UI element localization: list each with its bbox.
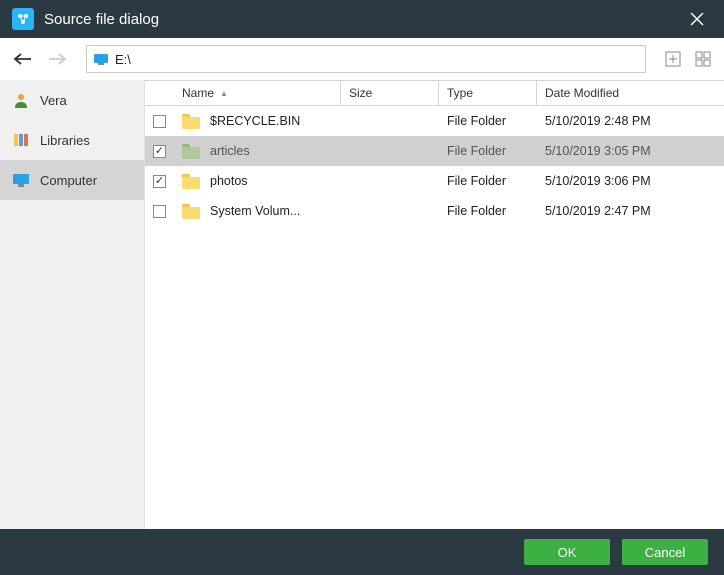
- header-size[interactable]: Size: [341, 81, 439, 105]
- folder-icon: [182, 114, 200, 129]
- sidebar-item-label: Vera: [40, 93, 67, 108]
- row-date: 5/10/2019 3:05 PM: [537, 136, 724, 166]
- address-bar[interactable]: E:\: [86, 45, 646, 73]
- sidebar-item-vera[interactable]: Vera: [0, 80, 144, 120]
- row-name-cell: photos: [174, 166, 341, 196]
- close-button[interactable]: [682, 4, 712, 34]
- row-size: [341, 136, 439, 166]
- monitor-icon: [93, 53, 109, 66]
- row-name-cell: articles: [174, 136, 341, 166]
- row-name: articles: [210, 144, 250, 158]
- header-date-label: Date Modified: [545, 86, 619, 100]
- sidebar-item-label: Computer: [40, 173, 97, 188]
- table-row[interactable]: $RECYCLE.BIN File Folder5/10/2019 2:48 PM: [145, 106, 724, 136]
- sidebar: Vera Libraries Computer: [0, 80, 145, 529]
- libs-icon: [12, 131, 30, 149]
- header-type[interactable]: Type: [439, 81, 537, 105]
- cancel-button[interactable]: Cancel: [622, 539, 708, 565]
- row-checkbox[interactable]: [153, 115, 166, 128]
- row-checkbox[interactable]: [153, 205, 166, 218]
- row-checkbox-cell: [145, 166, 174, 196]
- navigation-bar: E:\: [0, 38, 724, 80]
- row-name-cell: $RECYCLE.BIN: [174, 106, 341, 136]
- forward-button[interactable]: [44, 46, 70, 72]
- footer: OK Cancel: [0, 529, 724, 575]
- back-button[interactable]: [10, 46, 36, 72]
- row-name: $RECYCLE.BIN: [210, 114, 300, 128]
- header-size-label: Size: [349, 86, 372, 100]
- app-icon: [12, 8, 34, 30]
- row-checkbox-cell: [145, 106, 174, 136]
- row-date: 5/10/2019 2:47 PM: [537, 196, 724, 226]
- table-row[interactable]: photos File Folder5/10/2019 3:06 PM: [145, 166, 724, 196]
- address-text: E:\: [115, 52, 131, 67]
- ok-button[interactable]: OK: [524, 539, 610, 565]
- row-checkbox-cell: [145, 136, 174, 166]
- header-name[interactable]: Name ▲: [174, 81, 341, 105]
- table-row[interactable]: System Volum... File Folder5/10/2019 2:47…: [145, 196, 724, 226]
- row-checkbox-cell: [145, 196, 174, 226]
- sidebar-item-libraries[interactable]: Libraries: [0, 120, 144, 160]
- row-checkbox[interactable]: [153, 175, 166, 188]
- row-name: System Volum...: [210, 204, 300, 218]
- new-folder-button[interactable]: [662, 48, 684, 70]
- sort-asc-icon: ▲: [220, 89, 228, 98]
- row-checkbox[interactable]: [153, 145, 166, 158]
- user-icon: [12, 91, 30, 109]
- row-type: File Folder: [439, 106, 537, 136]
- row-date: 5/10/2019 2:48 PM: [537, 106, 724, 136]
- table-row[interactable]: articles File Folder5/10/2019 3:05 PM: [145, 136, 724, 166]
- row-type: File Folder: [439, 136, 537, 166]
- row-size: [341, 196, 439, 226]
- row-type: File Folder: [439, 166, 537, 196]
- titlebar: Source file dialog: [0, 0, 724, 38]
- header-type-label: Type: [447, 86, 473, 100]
- folder-icon: [182, 174, 200, 189]
- header-date[interactable]: Date Modified: [537, 81, 724, 105]
- row-size: [341, 106, 439, 136]
- row-date: 5/10/2019 3:06 PM: [537, 166, 724, 196]
- dialog-title: Source file dialog: [44, 11, 682, 28]
- file-area: Name ▲ Size Type Date Modified $RECYCLE.B…: [145, 80, 724, 529]
- monitor-icon: [12, 171, 30, 189]
- header-checkbox: [145, 81, 174, 105]
- column-headers: Name ▲ Size Type Date Modified: [145, 80, 724, 106]
- file-list[interactable]: $RECYCLE.BINFile Folder5/10/2019 2:48 PM…: [145, 106, 724, 529]
- row-size: [341, 166, 439, 196]
- row-name: photos: [210, 174, 248, 188]
- view-options-button[interactable]: [692, 48, 714, 70]
- row-name-cell: System Volum...: [174, 196, 341, 226]
- folder-icon: [182, 204, 200, 219]
- sidebar-item-computer[interactable]: Computer: [0, 160, 144, 200]
- main-area: Vera Libraries Computer Name ▲ Size Type Da…: [0, 80, 724, 529]
- folder-icon: [182, 144, 200, 159]
- header-name-label: Name: [182, 86, 214, 100]
- row-type: File Folder: [439, 196, 537, 226]
- sidebar-item-label: Libraries: [40, 133, 90, 148]
